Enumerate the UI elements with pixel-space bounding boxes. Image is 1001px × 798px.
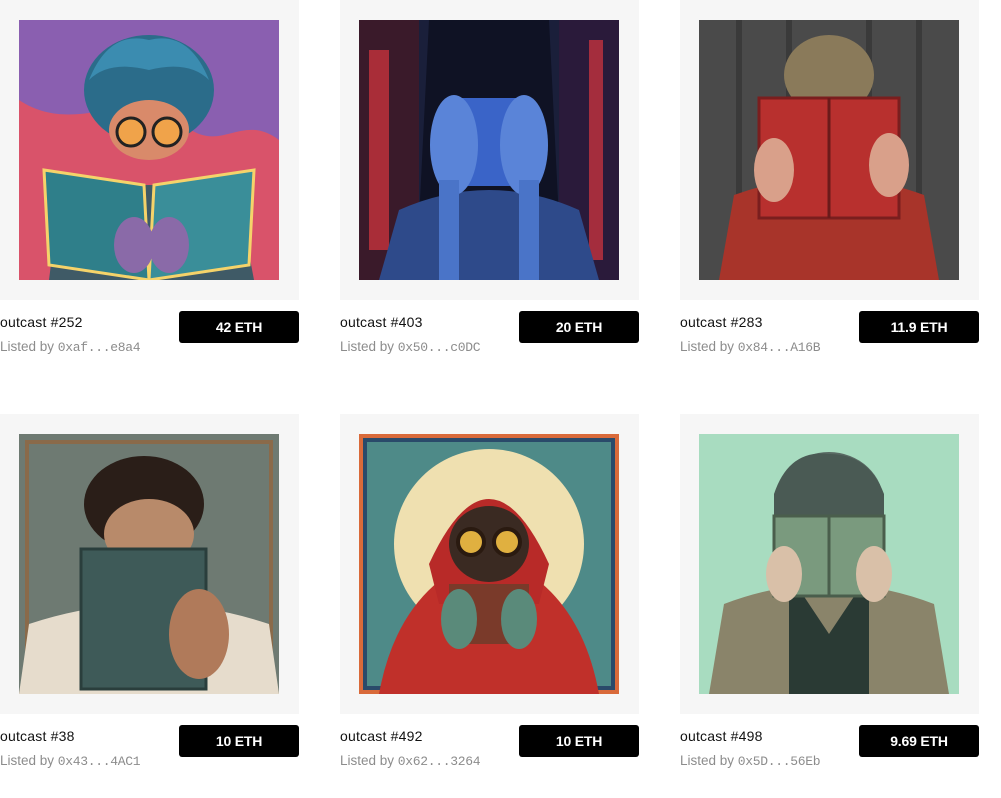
nft-title[interactable]: outcast #252 (0, 314, 83, 330)
buy-price-button[interactable]: 11.9 ETH (859, 311, 979, 343)
buy-price-button[interactable]: 20 ETH (519, 311, 639, 343)
seller-address[interactable]: 0x50...c0DC (398, 340, 481, 355)
buy-price-button[interactable]: 10 ETH (519, 725, 639, 757)
nft-artwork-image[interactable] (19, 434, 279, 694)
nft-artwork-image[interactable] (699, 20, 959, 280)
seller-prefix: Listed by (340, 753, 398, 768)
seller-prefix: Listed by (680, 339, 738, 354)
nft-artwork-image[interactable] (359, 20, 619, 280)
listing-meta: outcast #492 Listed by 0x62...3264 10 ET… (340, 725, 641, 778)
nft-artwork-image[interactable] (359, 434, 619, 694)
seller-address[interactable]: 0x84...A16B (738, 340, 821, 355)
seller-address[interactable]: 0x62...3264 (398, 754, 481, 769)
buy-price-button[interactable]: 9.69 ETH (859, 725, 979, 757)
seller-address[interactable]: 0x43...4AC1 (58, 754, 141, 769)
nft-artwork-image[interactable] (19, 20, 279, 280)
listing-meta: outcast #252 Listed by 0xaf...e8a4 42 ET… (0, 311, 301, 364)
nft-artwork-image[interactable] (699, 434, 959, 694)
seller-line: Listed by 0xaf...e8a4 (0, 339, 141, 355)
seller-line: Listed by 0x62...3264 (340, 753, 481, 769)
nft-image-frame[interactable] (0, 0, 299, 300)
buy-price-button[interactable]: 10 ETH (179, 725, 299, 757)
listing-meta: outcast #38 Listed by 0x43...4AC1 10 ETH (0, 725, 301, 778)
nft-title[interactable]: outcast #498 (680, 728, 763, 744)
seller-line: Listed by 0x50...c0DC (340, 339, 481, 355)
nft-title[interactable]: outcast #492 (340, 728, 423, 744)
seller-prefix: Listed by (340, 339, 398, 354)
nft-title[interactable]: outcast #38 (0, 728, 75, 744)
nft-image-frame[interactable] (0, 414, 299, 714)
listing-meta: outcast #498 Listed by 0x5D...56Eb 9.69 … (680, 725, 981, 778)
seller-prefix: Listed by (0, 339, 58, 354)
seller-prefix: Listed by (680, 753, 738, 768)
nft-image-frame[interactable] (680, 414, 979, 714)
listing-meta: outcast #403 Listed by 0x50...c0DC 20 ET… (340, 311, 641, 364)
nft-image-frame[interactable] (340, 414, 639, 714)
nft-title[interactable]: outcast #403 (340, 314, 423, 330)
seller-line: Listed by 0x43...4AC1 (0, 753, 141, 769)
buy-price-button[interactable]: 42 ETH (179, 311, 299, 343)
nft-image-frame[interactable] (680, 0, 979, 300)
seller-line: Listed by 0x84...A16B (680, 339, 821, 355)
seller-prefix: Listed by (0, 753, 58, 768)
seller-address[interactable]: 0xaf...e8a4 (58, 340, 141, 355)
nft-image-frame[interactable] (340, 0, 639, 300)
nft-listing-grid: outcast #252 Listed by 0xaf...e8a4 42 ET… (0, 0, 1001, 798)
seller-address[interactable]: 0x5D...56Eb (738, 754, 821, 769)
nft-title[interactable]: outcast #283 (680, 314, 763, 330)
seller-line: Listed by 0x5D...56Eb (680, 753, 821, 769)
listing-meta: outcast #283 Listed by 0x84...A16B 11.9 … (680, 311, 981, 364)
